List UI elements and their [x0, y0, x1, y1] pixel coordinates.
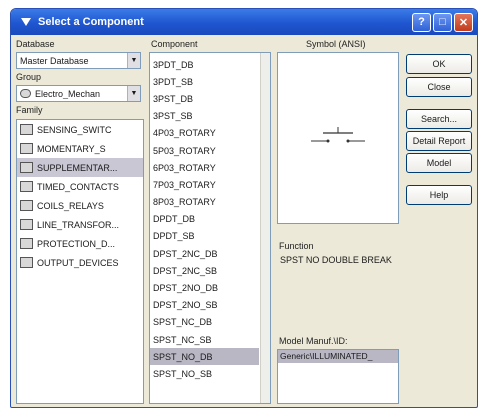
list-item[interactable]: SPST_NC_DB — [150, 314, 259, 331]
protection-device-icon — [20, 238, 33, 249]
database-value: Master Database — [20, 55, 89, 66]
line-transformer-icon — [20, 219, 33, 230]
momentary-switch-icon — [20, 143, 33, 154]
chevron-down-icon[interactable]: ▼ — [127, 53, 140, 68]
help-icon[interactable]: ? — [412, 12, 431, 32]
family-item[interactable]: OUTPUT_DEVICES — [17, 253, 143, 272]
component-icon — [21, 18, 31, 26]
component-list[interactable]: 3PDT_DB 3PDT_SB 3PST_DB 3PST_SB 4P03_ROT… — [149, 52, 271, 404]
coil-relay-icon — [20, 200, 33, 211]
list-item[interactable]: 3PDT_SB — [150, 73, 259, 90]
family-item[interactable]: TIMED_CONTACTS — [17, 177, 143, 196]
supplementary-contact-icon — [20, 162, 33, 173]
maximize-icon[interactable]: □ — [433, 12, 452, 32]
list-item[interactable]: SPST_NO_SB — [150, 365, 259, 382]
family-item[interactable]: MOMENTARY_S — [17, 139, 143, 158]
window-title: Select a Component — [38, 16, 144, 28]
database-select[interactable]: Master Database ▼ — [16, 52, 141, 69]
model-manuf-label: Model Manuf.\ID: — [279, 336, 348, 346]
list-item[interactable]: SPST_NC_SB — [150, 331, 259, 348]
family-label: Family — [16, 105, 43, 115]
list-item[interactable]: 4P03_ROTARY — [150, 125, 259, 142]
list-item[interactable]: 3PST_DB — [150, 90, 259, 107]
select-component-dialog: Select a Component ? □ ✕ Database Master… — [10, 8, 478, 408]
list-item[interactable]: 6P03_ROTARY — [150, 159, 259, 176]
list-item[interactable]: DPST_2NC_SB — [150, 262, 259, 279]
timed-contact-icon — [20, 181, 33, 192]
family-item[interactable]: SENSING_SWITC — [17, 120, 143, 139]
group-icon — [20, 89, 31, 98]
family-list[interactable]: SENSING_SWITC MOMENTARY_S SUPPLEMENTAR..… — [16, 119, 144, 404]
symbol-label: Symbol (ANSI) — [306, 39, 366, 49]
chevron-down-icon[interactable]: ▼ — [127, 86, 140, 101]
component-scrollbar[interactable] — [260, 53, 270, 403]
list-item[interactable]: 3PST_SB — [150, 108, 259, 125]
output-device-icon — [20, 257, 33, 268]
component-label: Component — [151, 39, 198, 49]
group-select[interactable]: Electro_Mechan ▼ — [16, 85, 141, 102]
symbol-preview — [277, 52, 399, 224]
title-bar[interactable]: Select a Component ? □ ✕ — [11, 9, 477, 35]
model-button[interactable]: Model — [406, 153, 472, 173]
family-item[interactable]: PROTECTION_D... — [17, 234, 143, 253]
model-item[interactable]: Generic\ILLUMINATED_ — [278, 350, 398, 363]
search-button[interactable]: Search... — [406, 109, 472, 129]
help-button[interactable]: Help — [406, 185, 472, 205]
detail-report-button[interactable]: Detail Report — [406, 131, 472, 151]
spst-switch-symbol — [311, 127, 365, 143]
model-list[interactable]: Generic\ILLUMINATED_ — [277, 349, 399, 404]
sensing-switch-icon — [20, 124, 33, 135]
close-button[interactable]: Close — [406, 77, 472, 97]
list-item[interactable]: DPDT_DB — [150, 211, 259, 228]
family-item[interactable]: LINE_TRANSFOR... — [17, 215, 143, 234]
list-item[interactable]: 8P03_ROTARY — [150, 194, 259, 211]
family-item[interactable]: SUPPLEMENTAR... — [17, 158, 143, 177]
list-item[interactable]: 3PDT_DB — [150, 56, 259, 73]
list-item[interactable]: DPDT_SB — [150, 228, 259, 245]
family-item[interactable]: COILS_RELAYS — [17, 196, 143, 215]
list-item[interactable]: SPST_NO_DB — [150, 348, 259, 366]
group-value: Electro_Mechan — [35, 88, 101, 99]
list-item[interactable]: 7P03_ROTARY — [150, 176, 259, 193]
list-item[interactable]: DPST_2NC_DB — [150, 245, 259, 262]
list-item[interactable]: DPST_2NO_DB — [150, 279, 259, 296]
function-label: Function — [279, 241, 314, 251]
group-label: Group — [16, 72, 42, 82]
function-text: SPST NO DOUBLE BREAK — [277, 253, 399, 323]
close-icon[interactable]: ✕ — [454, 12, 473, 32]
ok-button[interactable]: OK — [406, 54, 472, 74]
list-item[interactable]: 5P03_ROTARY — [150, 142, 259, 159]
database-label: Database — [16, 39, 55, 49]
list-item[interactable]: DPST_2NO_SB — [150, 297, 259, 314]
